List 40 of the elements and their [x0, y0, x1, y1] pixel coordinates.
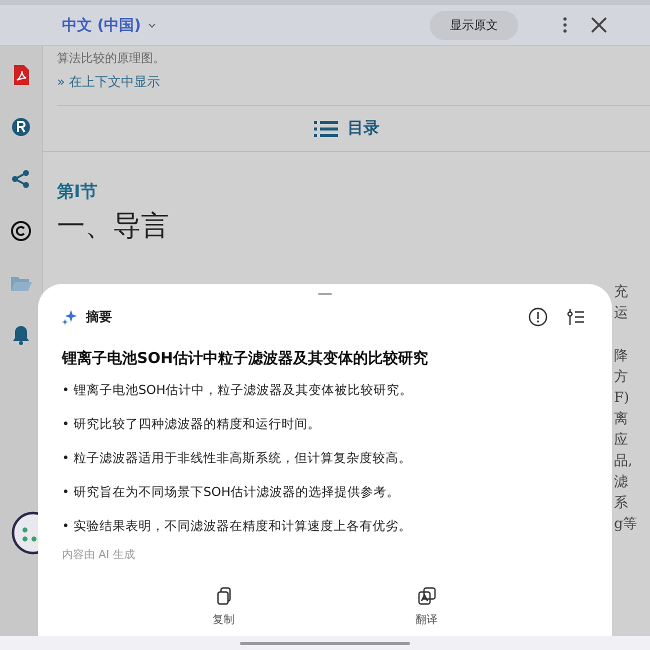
section-label: 第I节: [57, 181, 98, 203]
outline-icon[interactable]: [566, 307, 586, 327]
list-icon: [314, 118, 338, 138]
body-text-fragment: 离: [614, 410, 629, 429]
body-text-fragment: F): [614, 389, 630, 408]
body-text-fragment: 滤: [614, 473, 629, 492]
language-selector[interactable]: 中文 (中国): [62, 16, 157, 34]
close-icon[interactable]: [590, 16, 608, 34]
body-text-fragment: 降: [614, 347, 629, 366]
body-text-fragment: 运: [614, 304, 629, 323]
info-icon[interactable]: [528, 307, 548, 327]
copyright-icon[interactable]: [10, 220, 32, 242]
summary-bullet: • 锂离子电池SOH估计中，粒子滤波器及其变体被比较研究。: [62, 381, 414, 399]
context-link[interactable]: » 在上下文中显示: [57, 73, 650, 106]
body-text-fragment: 系: [614, 494, 629, 513]
sparkle-icon: [62, 309, 78, 325]
figure-caption: 算法比较的原理图。: [57, 50, 166, 67]
body-text-fragment: g等: [614, 515, 638, 534]
drag-handle[interactable]: [318, 293, 332, 295]
summary-title: 锂离子电池SOH估计中粒子滤波器及其变体的比较研究: [62, 349, 430, 368]
toc-button[interactable]: 目录: [314, 118, 380, 139]
summary-bullet: • 粒子滤波器适用于非线性非高斯系统，但计算复杂度较高。: [62, 449, 412, 467]
summary-bullet: • 实验结果表明，不同滤波器在精度和计算速度上各有优劣。: [62, 517, 412, 535]
copy-button[interactable]: 复制: [212, 586, 234, 627]
body-text-fragment: 充: [614, 283, 629, 302]
translate-button[interactable]: 翻译: [416, 586, 438, 627]
body-text-fragment: 品,: [614, 452, 634, 471]
more-icon[interactable]: [562, 16, 568, 34]
ai-disclaimer: 内容由 AI 生成: [62, 547, 136, 562]
body-text-fragment: 方: [614, 368, 629, 387]
summary-bullet: • 研究旨在为不同场景下SOH估计滤波器的选择提供参考。: [62, 483, 401, 501]
translate-icon: [416, 586, 436, 606]
bell-icon[interactable]: [10, 324, 32, 346]
summary-header: 摘要: [86, 308, 112, 326]
show-original-button[interactable]: 显示原文: [430, 10, 518, 40]
section-title: 一、导言: [57, 208, 170, 244]
summary-bullet: • 研究比较了四种滤波器的精度和运行时间。: [62, 415, 322, 433]
r-badge-icon[interactable]: [10, 116, 32, 138]
share-icon[interactable]: [10, 168, 32, 190]
body-text-fragment: 应: [614, 431, 629, 450]
